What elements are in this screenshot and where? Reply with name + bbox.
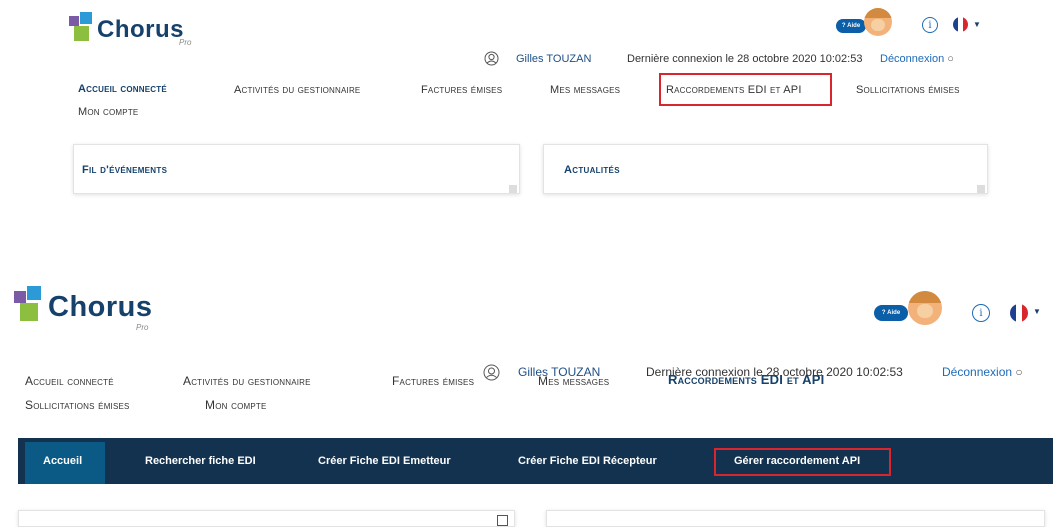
help-label: Aide [847,23,861,29]
brand-name: Chorus [97,16,184,43]
subnav-accueil[interactable]: Accueil [43,455,82,467]
info-icon[interactable]: i [922,17,938,33]
news-card-title: Actualités [564,164,620,176]
nav-mes-messages[interactable]: Mes messages [550,84,620,96]
nav-activites-gestionnaire[interactable]: Activités du gestionnaire [183,374,311,388]
nav-activites-gestionnaire[interactable]: Activités du gestionnaire [234,84,360,96]
nav-mon-compte[interactable]: Mon compte [205,398,267,412]
events-card-title: Fil d'événements [82,164,168,176]
nav-accueil-connecte[interactable]: Accueil connecté [25,374,114,388]
power-icon: ○ [1015,365,1023,379]
help-label: Aide [887,310,901,316]
subnav-rechercher-fiche-edi[interactable]: Rechercher fiche EDI [145,455,256,467]
checkbox-icon[interactable] [497,515,508,526]
news-card: Actualités [543,144,988,194]
nav-accueil-connecte[interactable]: Accueil connecté [78,83,167,95]
user-name[interactable]: Gilles TOUZAN [516,53,591,65]
brand-sub: Pro [179,38,192,47]
subnav-gerer-raccordement-api[interactable]: Gérer raccordement API [734,455,860,467]
logout-link[interactable]: Déconnexion ○ [942,365,1023,379]
scroll-thumb[interactable] [509,185,517,193]
chorus-logo-mark [14,286,50,322]
nav-factures-emises[interactable]: Factures émises [392,374,474,388]
help-icon: ? [881,310,886,316]
power-icon: ○ [947,53,954,65]
chevron-down-icon[interactable]: ▼ [1033,307,1041,316]
events-card: Fil d'événements [73,144,520,194]
nav-raccordements-edi-api[interactable]: Raccordements EDI et API [666,84,802,96]
subnav-creer-fiche-edi-recepteur[interactable]: Créer Fiche EDI Récepteur [518,455,657,467]
brand-name: Chorus [48,291,153,323]
info-icon[interactable]: i [972,304,990,322]
help-icon: ? [841,23,846,29]
nav-mon-compte[interactable]: Mon compte [78,106,138,118]
help-button[interactable]: ? Aide [836,19,866,33]
flag-france-icon[interactable] [953,17,968,32]
scroll-thumb[interactable] [977,185,985,193]
nav-sollicitations-emises[interactable]: Sollicitations émises [25,398,130,412]
nav-sollicitations-emises[interactable]: Sollicitations émises [856,84,960,96]
nav-factures-emises[interactable]: Factures émises [421,84,502,96]
chorus-logo-mark [69,12,99,42]
user-icon [484,51,499,66]
chorus-logo[interactable]: Chorus [69,12,184,42]
logout-link[interactable]: Déconnexion ○ [880,53,954,65]
assistant-avatar[interactable] [908,291,942,325]
nav-mes-messages[interactable]: Mes messages [538,374,609,388]
brand-sub: Pro [136,323,149,332]
flag-france-icon[interactable] [1010,304,1028,322]
left-card [18,510,515,527]
assistant-avatar[interactable] [864,8,892,36]
info-glyph: i [928,19,932,31]
chorus-logo[interactable]: Chorus [14,286,153,322]
user-icon [483,364,500,381]
info-glyph: i [979,307,983,319]
subnav-creer-fiche-edi-emetteur[interactable]: Créer Fiche EDI Emetteur [318,455,451,467]
help-button[interactable]: ? Aide [874,305,908,321]
right-card [546,510,1045,527]
last-login: Dernière connexion le 28 octobre 2020 10… [627,53,863,65]
chevron-down-icon[interactable]: ▼ [973,20,981,29]
nav-raccordements-edi-api[interactable]: Raccordements EDI et API [668,372,824,387]
